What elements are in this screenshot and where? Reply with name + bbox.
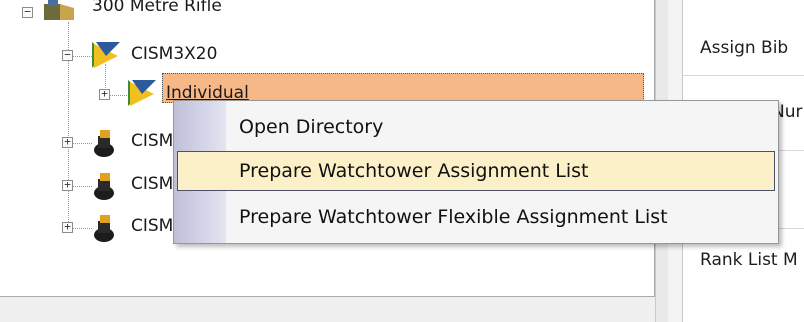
context-menu: Open Directory Prepare Watchtower Assign…: [173, 100, 779, 244]
rifle-event-icon: [92, 42, 120, 68]
cism3x20-expander[interactable]: −: [62, 49, 73, 61]
tree-node-cism-3[interactable]: CISM: [131, 216, 173, 236]
tree-root-label[interactable]: 300 Metre Rifle: [92, 0, 222, 16]
target-person-icon: [94, 130, 114, 157]
tree-node-cism3x20[interactable]: CISM3X20: [131, 44, 217, 64]
rank-list-label[interactable]: Rank List M: [700, 250, 798, 270]
menu-item-open-directory[interactable]: Open Directory: [177, 107, 775, 147]
tree-node-cism-1[interactable]: CISM: [131, 131, 173, 151]
cism-expander-1[interactable]: +: [62, 136, 73, 148]
rifle-event-icon: [44, 0, 74, 20]
individual-expander[interactable]: +: [99, 88, 110, 100]
tree-node-cism-2[interactable]: CISM: [131, 174, 173, 194]
rifle-event-icon: [128, 80, 156, 106]
cism-expander-2[interactable]: +: [62, 179, 73, 191]
cism-expander-3[interactable]: +: [62, 221, 73, 233]
target-person-icon: [94, 173, 114, 200]
menu-item-prepare-watchtower-flexible-assignment-list[interactable]: Prepare Watchtower Flexible Assignment L…: [177, 197, 775, 237]
assign-bib-label[interactable]: Assign Bib: [700, 38, 788, 58]
status-strip: [0, 297, 660, 322]
target-person-icon: [94, 215, 114, 242]
root-expander[interactable]: −: [22, 6, 33, 18]
menu-item-prepare-watchtower-assignment-list[interactable]: Prepare Watchtower Assignment List: [177, 151, 775, 191]
